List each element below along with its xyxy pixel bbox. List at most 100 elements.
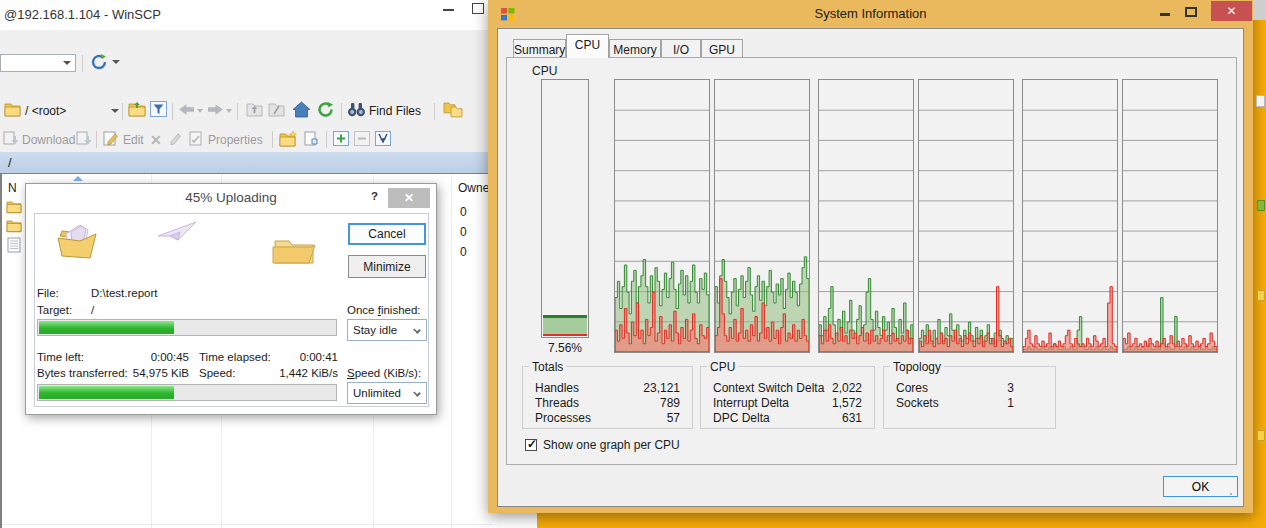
close-icon: ✕ (388, 191, 430, 205)
speed-label: Speed: (199, 367, 235, 379)
once-finished-label: Once finished: (347, 304, 421, 316)
cpu-interrupt-value: 1,572 (821, 396, 862, 410)
time-elapsed-label: Time elapsed: (199, 351, 271, 363)
cancel-button[interactable]: Cancel (348, 223, 426, 245)
parent-directory-icon[interactable] (246, 102, 263, 117)
select-mask-icon[interactable] (375, 131, 391, 146)
open-directory-icon[interactable] (128, 101, 146, 117)
time-left-value: 0:00:45 (126, 351, 189, 363)
winscp-title-bar: @192.168.1.104 - WinSCP (0, 0, 537, 30)
remove-icon[interactable] (354, 131, 370, 146)
add-icon[interactable] (333, 131, 349, 146)
edit-label[interactable]: Edit (123, 133, 144, 147)
resize-grip[interactable] (1229, 492, 1239, 502)
target-label: Target: (37, 304, 72, 316)
cpu-usage-gauge (541, 79, 589, 338)
dialog-close-button[interactable]: ✕ (388, 188, 430, 208)
dialog-title-bar: 45% Uploading ? ✕ (26, 184, 436, 210)
path-text: / (8, 155, 12, 170)
system-information-window: System Information ✕ Summary CPU Memory … (488, 0, 1253, 513)
address-combobox-value[interactable]: / <root> (25, 104, 66, 118)
folder-row-icon[interactable] (6, 200, 22, 214)
delete-icon[interactable]: ✕ (150, 132, 162, 148)
sync-browsing-icon[interactable] (443, 101, 463, 118)
target-folder-icon (271, 233, 317, 265)
total-progress-bar (37, 384, 337, 401)
new-folder-icon[interactable] (279, 130, 298, 147)
total-progress-fill (39, 386, 174, 399)
new-file-icon[interactable] (303, 131, 319, 146)
find-files-label[interactable]: Find Files (369, 104, 421, 118)
totals-threads-value: 789 (613, 396, 680, 410)
time-elapsed-value: 0:00:41 (275, 351, 338, 363)
sysinfo-close-button[interactable]: ✕ (1211, 1, 1252, 21)
folder-row-icon[interactable] (6, 219, 22, 233)
desktop-icon[interactable] (1256, 95, 1265, 107)
synchronize-icon[interactable] (88, 52, 110, 72)
file-row-icon[interactable] (6, 237, 22, 253)
ok-button[interactable]: OK (1163, 476, 1238, 497)
cpu-dpc-value: 631 (821, 411, 862, 425)
forward-caret[interactable] (226, 109, 232, 113)
session-dropdown-caret[interactable] (112, 60, 120, 64)
cpu-cswitch-label: Context Switch Delta (713, 381, 824, 395)
topology-cores-value: 3 (974, 381, 1014, 395)
back-caret[interactable] (197, 109, 203, 113)
show-one-graph-checkbox[interactable]: ✓ (525, 439, 537, 451)
download-options-icon[interactable] (76, 131, 93, 146)
forward-arrow-icon[interactable] (208, 104, 223, 115)
address-dropdown-caret[interactable] (111, 109, 119, 113)
winscp-path-bar[interactable]: / (0, 152, 490, 173)
cpu-graph-2 (818, 79, 914, 353)
cpu-graph-1 (714, 79, 810, 353)
topology-cores-label: Cores (896, 381, 928, 395)
edit-icon[interactable] (103, 131, 119, 146)
winscp-session-toolbar (0, 48, 537, 78)
binoculars-icon[interactable] (347, 102, 366, 117)
paper-plane-icon (156, 220, 198, 244)
download-icon[interactable] (3, 131, 20, 146)
sysinfo-title-text: System Information (488, 6, 1253, 21)
winscp-title-text: @192.168.1.104 - WinSCP (4, 7, 161, 22)
tab-io[interactable]: I/O (661, 39, 701, 58)
topology-sockets-label: Sockets (896, 396, 939, 410)
sysinfo-content: Summary CPU Memory I/O GPU CPU 7.56% Tot… (497, 28, 1244, 507)
owner-cell: 0 (460, 225, 467, 239)
totals-groupbox: Totals Handles 23,121 Threads 789 Proces… (522, 366, 693, 429)
help-button[interactable]: ? (371, 190, 378, 202)
back-arrow-icon[interactable] (179, 104, 194, 115)
chevron-down-icon (413, 326, 421, 334)
sysinfo-minimize-button[interactable] (1160, 13, 1170, 16)
desktop-icon[interactable] (1257, 290, 1265, 301)
cpu-tab-page: CPU 7.56% Totals Handles 23,121 Threads … (506, 57, 1237, 465)
session-combobox[interactable] (0, 54, 76, 72)
file-label: File: (37, 287, 59, 299)
properties-label[interactable]: Properties (208, 133, 263, 147)
name-column-header[interactable]: N (8, 181, 17, 195)
minimize-button[interactable]: Minimize (348, 255, 426, 278)
tab-cpu[interactable]: CPU (566, 34, 609, 58)
rename-icon[interactable] (168, 131, 184, 146)
tab-summary[interactable]: Summary (513, 39, 566, 58)
tab-memory[interactable]: Memory (609, 39, 661, 58)
sysinfo-maximize-button[interactable] (1185, 7, 1197, 17)
totals-handles-label: Handles (535, 381, 579, 395)
speed-limit-select[interactable]: Unlimited (347, 382, 427, 404)
download-label[interactable]: Download (22, 133, 75, 147)
home-icon[interactable] (292, 101, 311, 118)
tab-gpu[interactable]: GPU (701, 39, 743, 58)
file-value: D:\test.report (91, 287, 157, 299)
folder-icon (4, 102, 21, 117)
sort-ascending-icon[interactable] (73, 176, 83, 181)
totals-processes-value: 57 (613, 411, 680, 425)
once-finished-select[interactable]: Stay idle (347, 319, 427, 341)
filter-icon[interactable] (150, 101, 167, 117)
cpu-graph-3 (918, 79, 1014, 353)
owner-cell: 0 (460, 205, 467, 219)
speed-limit-label: Speed (KiB/s): (347, 367, 421, 379)
refresh-icon[interactable] (317, 101, 335, 118)
desktop-icon[interactable] (1257, 200, 1265, 211)
root-directory-icon[interactable] (268, 102, 285, 117)
desktop-icon[interactable] (1257, 430, 1265, 441)
properties-icon[interactable] (188, 131, 204, 146)
